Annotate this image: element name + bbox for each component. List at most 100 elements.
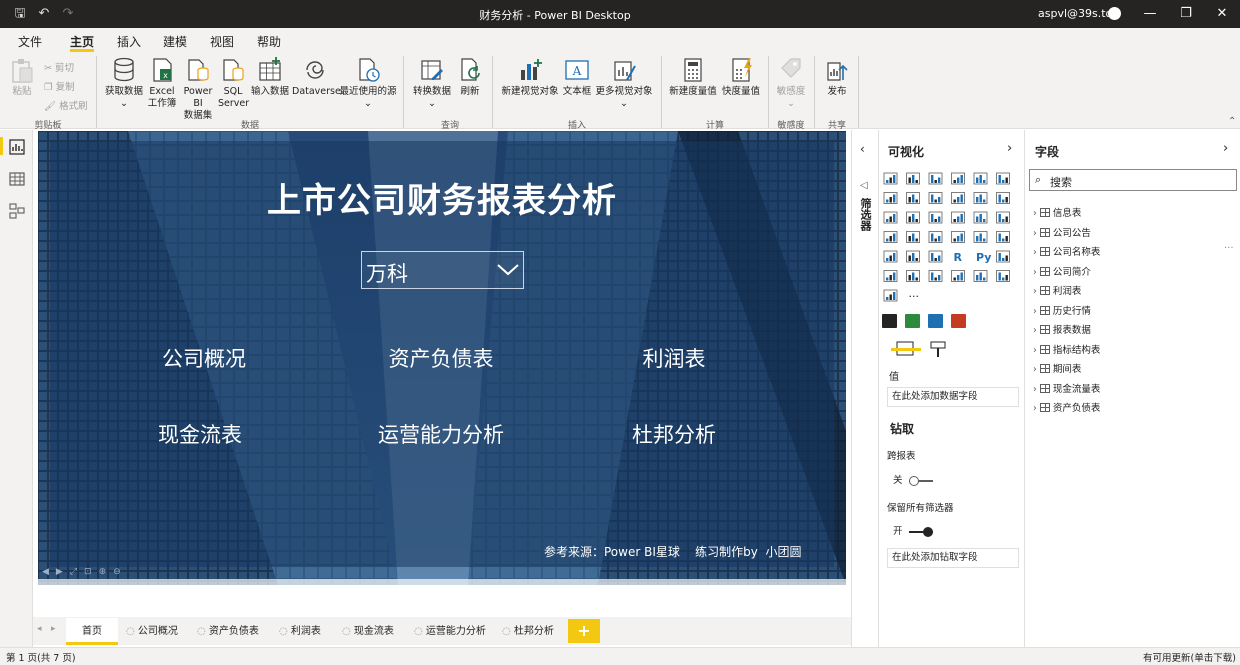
refresh-button[interactable]: 刷新 — [454, 56, 486, 98]
line-column-visual-icon[interactable] — [951, 192, 965, 204]
recent-sources-button[interactable]: 最近使用的源 ⌄ — [338, 56, 398, 110]
100-bar-visual-icon[interactable] — [973, 172, 988, 185]
model-view-icon[interactable] — [8, 202, 26, 220]
chevron-right-icon[interactable]: › — [1033, 267, 1037, 278]
report-view-icon[interactable] — [8, 138, 26, 156]
power-bi-dataset-button[interactable]: Power BI 数据集 — [178, 56, 218, 122]
custom-visual-2-icon[interactable] — [905, 314, 920, 328]
line-stacked-visual-icon[interactable] — [883, 211, 898, 224]
collapse-ribbon-icon[interactable]: ⌃ — [1228, 116, 1236, 127]
format-paint-roller-icon[interactable] — [930, 341, 946, 357]
line-visual-icon[interactable] — [883, 192, 898, 204]
custom-visual-1-icon[interactable] — [882, 314, 897, 328]
chevron-right-icon[interactable]: › — [1033, 208, 1037, 219]
excel-button[interactable]: x Excel 工作簿 — [146, 56, 178, 110]
menu-file[interactable]: 文件 — [18, 33, 42, 50]
format-painter-button[interactable]: 🖌 格式刷 — [44, 98, 88, 112]
visual-header-controls[interactable]: ◀▶⤢⊡⊕⊖ — [42, 567, 128, 577]
stacked-column-visual-icon[interactable] — [951, 172, 965, 185]
filters-pane-collapsed[interactable]: ‹ ◁ 筛选器 — [851, 130, 878, 647]
pie-visual-icon[interactable] — [951, 211, 965, 224]
multi-row-card-visual-icon[interactable] — [973, 231, 988, 243]
chevron-down-icon[interactable] — [496, 262, 520, 278]
chevron-right-icon[interactable]: › — [1033, 403, 1037, 414]
scatter-visual-icon[interactable] — [928, 211, 943, 224]
kpi-visual-icon[interactable] — [996, 231, 1010, 243]
treemap-visual-icon[interactable] — [996, 211, 1010, 224]
field-table-row[interactable]: › 期间表 — [1033, 362, 1081, 378]
slicer-visual-icon[interactable] — [883, 250, 898, 263]
cut-button[interactable]: ✂ 剪切 — [44, 60, 74, 74]
dataverse-button[interactable]: Dataverse — [292, 56, 341, 98]
menu-insert[interactable]: 插入 — [117, 33, 141, 50]
field-table-row[interactable]: › 历史行情 — [1033, 304, 1091, 320]
drillthrough-drop-well[interactable]: 在此处添加钻取字段 — [887, 548, 1019, 568]
waterfall-visual-icon[interactable] — [996, 192, 1010, 204]
more-visual-icon[interactable]: ··· — [909, 290, 920, 303]
filled-map-visual-icon[interactable] — [906, 231, 920, 243]
nav-button-company-overview[interactable]: 公司概况 — [134, 343, 274, 373]
prev-page-icon[interactable]: ◂ — [37, 624, 42, 634]
enter-data-button[interactable]: 输入数据 — [248, 56, 292, 98]
python-visual-visual-icon[interactable]: Py — [976, 251, 991, 264]
r-visual-visual-icon[interactable]: R — [954, 251, 963, 264]
nav-button-operating-analysis[interactable]: 运营能力分析 — [358, 419, 524, 449]
ribbon-visual-icon[interactable] — [973, 192, 988, 204]
keep-filters-toggle[interactable]: 开 — [893, 523, 933, 537]
smart-narrative-visual-icon[interactable] — [928, 270, 943, 282]
close-icon[interactable]: ✕ — [1212, 4, 1232, 24]
funnel-visual-icon[interactable] — [906, 211, 920, 224]
nav-button-balance-sheet[interactable]: 资产负债表 — [368, 343, 514, 373]
chevron-right-icon[interactable]: › — [1033, 286, 1037, 297]
more-visuals-button[interactable]: 更多视觉对象 ⌄ — [593, 56, 655, 110]
chevron-right-icon[interactable]: › — [1033, 364, 1037, 375]
gauge-visual-icon[interactable] — [928, 231, 943, 243]
add-page-button[interactable]: + — [568, 619, 600, 643]
matrix-visual-icon[interactable] — [928, 250, 943, 263]
values-drop-well[interactable]: 在此处添加数据字段 — [887, 387, 1019, 407]
clustered-column-visual-icon[interactable] — [906, 172, 920, 185]
field-table-row[interactable]: › 现金流量表 — [1033, 382, 1100, 398]
restore-icon[interactable]: ❐ — [1176, 4, 1196, 24]
key-influencers-visual-icon[interactable] — [996, 250, 1010, 263]
custom-visual-4-icon[interactable] — [951, 314, 966, 328]
new-visual-button[interactable]: 新建视觉对象 — [497, 56, 563, 98]
update-available-link[interactable]: 有可用更新(单击下载) — [1143, 650, 1236, 664]
nav-button-income-statement[interactable]: 利润表 — [604, 343, 744, 373]
collapse-right-icon[interactable]: › — [1223, 141, 1228, 156]
card-visual-icon[interactable] — [951, 231, 965, 243]
custom-visual-3-icon[interactable] — [928, 314, 943, 328]
paste-button[interactable]: 粘贴 — [8, 56, 36, 98]
area-visual-icon[interactable] — [906, 192, 920, 204]
field-table-row[interactable]: › 指标结构表 — [1033, 343, 1100, 359]
page-tab-balance-sheet[interactable]: ◌ 资产负债表 — [191, 618, 265, 645]
copy-button[interactable]: ❐ 复制 — [44, 79, 75, 93]
sql-server-button[interactable]: SQL Server — [218, 56, 249, 110]
nav-button-cash-flow[interactable]: 现金流表 — [130, 419, 270, 449]
stacked-area-visual-icon[interactable] — [928, 192, 943, 204]
report-page[interactable]: 上市公司财务报表分析 万科 公司概况 资产负债表 利润表 现金流表 运营能力分析… — [38, 131, 846, 585]
minimize-icon[interactable]: — — [1140, 4, 1160, 24]
field-table-row[interactable]: › 报表数据 — [1033, 323, 1091, 339]
menu-view[interactable]: 视图 — [210, 33, 234, 50]
table-visual-icon[interactable] — [906, 250, 920, 263]
more-options-icon[interactable]: ··· — [1224, 243, 1234, 254]
menu-help[interactable]: 帮助 — [257, 33, 281, 50]
expand-left-icon[interactable]: ‹ — [860, 142, 865, 156]
decomposition-tree-visual-icon[interactable] — [883, 270, 898, 282]
text-box-button[interactable]: A 文本框 — [562, 56, 592, 98]
field-table-row[interactable]: › 资产负债表 — [1033, 401, 1100, 417]
paginated-visual-icon[interactable] — [951, 270, 965, 282]
field-table-row[interactable]: › 公司公告 — [1033, 226, 1091, 242]
100-column-visual-icon[interactable] — [996, 172, 1010, 185]
power-apps-visual-icon[interactable] — [973, 270, 988, 282]
avatar[interactable] — [1108, 7, 1121, 20]
chevron-right-icon[interactable]: › — [1033, 345, 1037, 356]
menu-home[interactable]: 主页 — [70, 33, 94, 50]
cross-report-toggle[interactable]: 关 — [893, 472, 933, 486]
page-tab-cash-flow[interactable]: ◌ 现金流表 — [336, 618, 400, 645]
stacked-bar-visual-icon[interactable] — [883, 172, 898, 185]
qa-visual-icon[interactable] — [906, 270, 920, 282]
page-tab-income-statement[interactable]: ◌ 利润表 — [273, 618, 327, 645]
clustered-bar-visual-icon[interactable] — [928, 172, 943, 185]
